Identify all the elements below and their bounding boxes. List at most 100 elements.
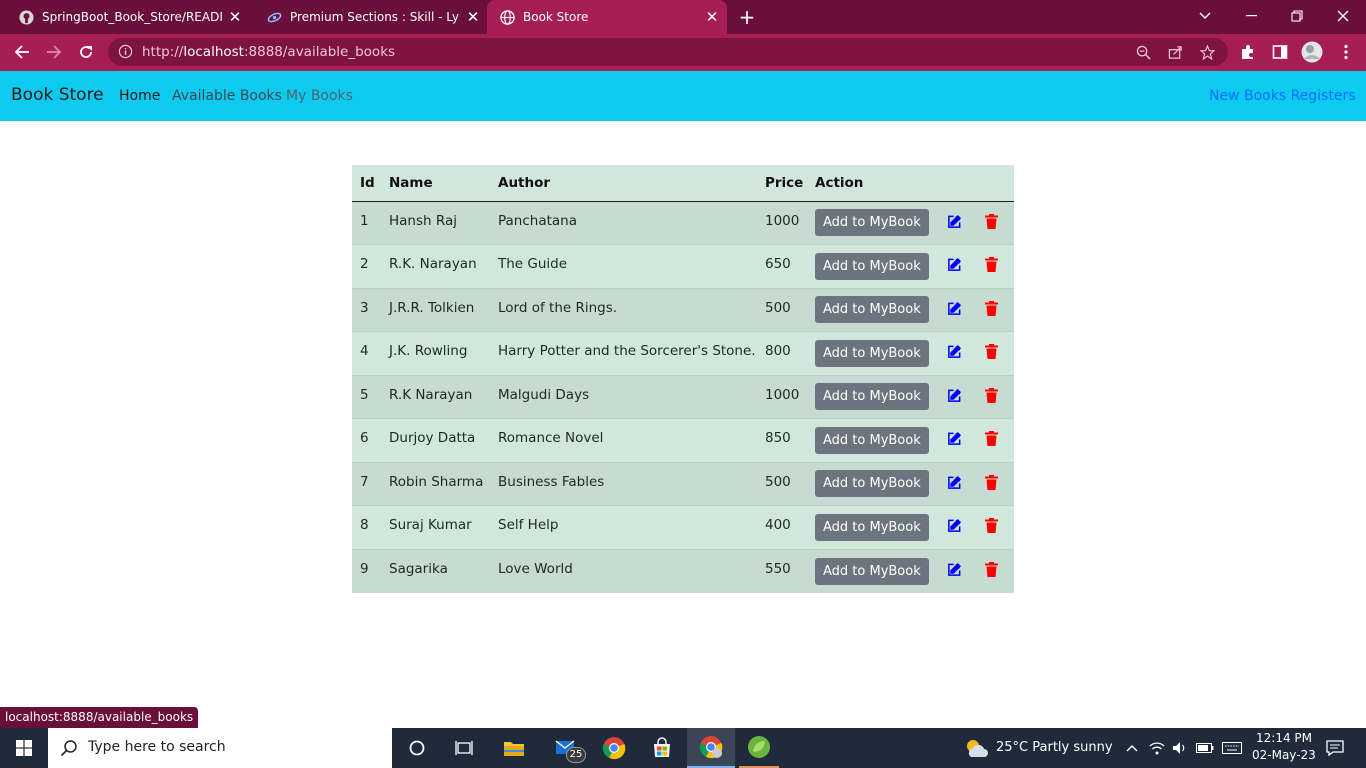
trash-icon[interactable] — [983, 518, 999, 534]
close-window-button[interactable] — [1320, 0, 1366, 32]
bookmark-star-icon[interactable] — [1198, 43, 1216, 61]
wifi-icon[interactable] — [1147, 728, 1167, 768]
tab-search-icon[interactable] — [1182, 0, 1228, 32]
cell-delete — [974, 331, 1014, 375]
column-header-id: Id — [352, 165, 381, 202]
chrome-active-taskbar-icon[interactable] — [687, 728, 735, 768]
weather-icon[interactable] — [960, 728, 992, 768]
edit-icon[interactable] — [946, 387, 962, 403]
cell-name: Hansh Raj — [381, 200, 490, 245]
minimize-button[interactable] — [1228, 0, 1274, 32]
cortana-icon[interactable] — [397, 728, 437, 768]
add-to-mybook-button[interactable]: Add to MyBook — [815, 252, 929, 280]
tray-chevron-up-icon[interactable] — [1122, 728, 1142, 768]
cell-delete — [974, 287, 1014, 332]
edit-icon[interactable] — [946, 257, 962, 273]
table-row: 9 Sagarika Love World 550 Add to MyBook — [352, 548, 1014, 593]
browser-tab-book-store[interactable]: Book Store ✕ — [487, 0, 727, 34]
trash-icon[interactable] — [983, 213, 999, 229]
cell-price: 650 — [757, 244, 807, 288]
weather-text[interactable]: 25°C Partly sunny — [996, 740, 1113, 755]
cell-name: J.K. Rowling — [381, 331, 490, 375]
edit-icon[interactable] — [946, 300, 962, 316]
nav-link-my-books[interactable]: My Books — [286, 88, 353, 104]
clock-date[interactable]: 02-May-23 — [1252, 748, 1316, 762]
table-row: 8 Suraj Kumar Self Help 400 Add to MyBook — [352, 505, 1014, 549]
zoom-icon[interactable] — [1134, 43, 1152, 61]
cell-name: R.K Narayan — [381, 374, 490, 419]
back-button[interactable] — [9, 39, 35, 65]
notifications-icon[interactable] — [1320, 728, 1350, 768]
add-to-mybook-button[interactable]: Add to MyBook — [815, 557, 929, 585]
mail-icon[interactable]: 25 — [545, 728, 589, 768]
extensions-icon[interactable] — [1238, 42, 1258, 62]
cell-price: 400 — [757, 505, 807, 549]
taskbar-search-box[interactable]: Type here to search — [48, 728, 392, 768]
cell-edit — [934, 374, 974, 419]
trash-icon[interactable] — [983, 257, 999, 273]
cell-author: Romance Novel — [490, 418, 757, 462]
cell-id: 3 — [352, 287, 381, 332]
trash-icon[interactable] — [983, 431, 999, 447]
menu-kebab-icon[interactable] — [1336, 42, 1356, 62]
nav-link-available-books[interactable]: Available Books — [172, 88, 282, 104]
cell-id: 1 — [352, 200, 381, 245]
close-tab-icon[interactable]: ✕ — [697, 8, 727, 26]
cell-id: 7 — [352, 461, 381, 506]
edit-icon[interactable] — [946, 344, 962, 360]
edit-icon[interactable] — [946, 561, 962, 577]
add-to-mybook-button[interactable]: Add to MyBook — [815, 383, 929, 411]
add-to-mybook-button[interactable]: Add to MyBook — [815, 426, 929, 454]
trash-icon[interactable] — [983, 561, 999, 577]
cell-name: R.K. Narayan — [381, 244, 490, 288]
add-to-mybook-button[interactable]: Add to MyBook — [815, 513, 929, 541]
address-bar[interactable]: http://localhost:8888/available_books — [108, 38, 1228, 66]
close-tab-icon[interactable]: ✕ — [222, 8, 248, 26]
github-icon — [18, 9, 34, 25]
nav-link-home[interactable]: Home — [119, 88, 160, 104]
task-view-icon[interactable] — [444, 728, 484, 768]
nav-link-new-books-register[interactable]: New Books Registers — [1209, 88, 1356, 104]
site-info-icon[interactable] — [118, 44, 133, 63]
spring-tool-suite-icon[interactable] — [739, 728, 779, 768]
microsoft-store-icon[interactable] — [642, 728, 682, 768]
close-tab-icon[interactable]: ✕ — [460, 8, 486, 26]
edit-icon[interactable] — [946, 518, 962, 534]
browser-tab-github[interactable]: SpringBoot_Book_Store/README ✕ — [0, 0, 248, 34]
edit-icon[interactable] — [946, 431, 962, 447]
clock-time[interactable]: 12:14 PM — [1256, 731, 1312, 745]
cell-name: Sagarika — [381, 548, 490, 593]
navbar-brand[interactable]: Book Store — [11, 85, 104, 105]
trash-icon[interactable] — [983, 300, 999, 316]
chrome-icon[interactable] — [594, 728, 634, 768]
reload-button[interactable] — [73, 39, 99, 65]
cell-action: Add to MyBook — [807, 200, 934, 245]
edit-icon[interactable] — [946, 474, 962, 490]
new-tab-button[interactable]: + — [734, 5, 760, 29]
trash-icon[interactable] — [983, 387, 999, 403]
keyboard-icon[interactable] — [1220, 728, 1244, 768]
volume-icon[interactable] — [1170, 728, 1190, 768]
battery-icon[interactable] — [1194, 728, 1216, 768]
books-table: Id Name Author Price Action 1 Hansh Raj Pa… — [352, 165, 1014, 593]
column-header-price: Price — [757, 165, 807, 202]
add-to-mybook-button[interactable]: Add to MyBook — [815, 470, 929, 498]
forward-button[interactable] — [41, 39, 67, 65]
add-to-mybook-button[interactable]: Add to MyBook — [815, 296, 929, 324]
table-row: 2 R.K. Narayan The Guide 650 Add to MyBook — [352, 244, 1014, 288]
side-panel-icon[interactable] — [1270, 42, 1290, 62]
restore-button[interactable] — [1274, 0, 1320, 32]
share-icon[interactable] — [1166, 43, 1184, 61]
cell-delete — [974, 374, 1014, 419]
cell-edit — [934, 461, 974, 506]
mail-badge: 25 — [566, 747, 586, 763]
trash-icon[interactable] — [983, 474, 999, 490]
profile-avatar[interactable] — [1301, 41, 1323, 63]
windows-start-button[interactable] — [0, 728, 48, 768]
file-explorer-icon[interactable] — [494, 728, 534, 768]
browser-tab-skill-lync[interactable]: Premium Sections : Skill - Lync ✕ — [248, 0, 486, 34]
edit-icon[interactable] — [946, 213, 962, 229]
add-to-mybook-button[interactable]: Add to MyBook — [815, 339, 929, 367]
trash-icon[interactable] — [983, 344, 999, 360]
add-to-mybook-button[interactable]: Add to MyBook — [815, 209, 929, 237]
